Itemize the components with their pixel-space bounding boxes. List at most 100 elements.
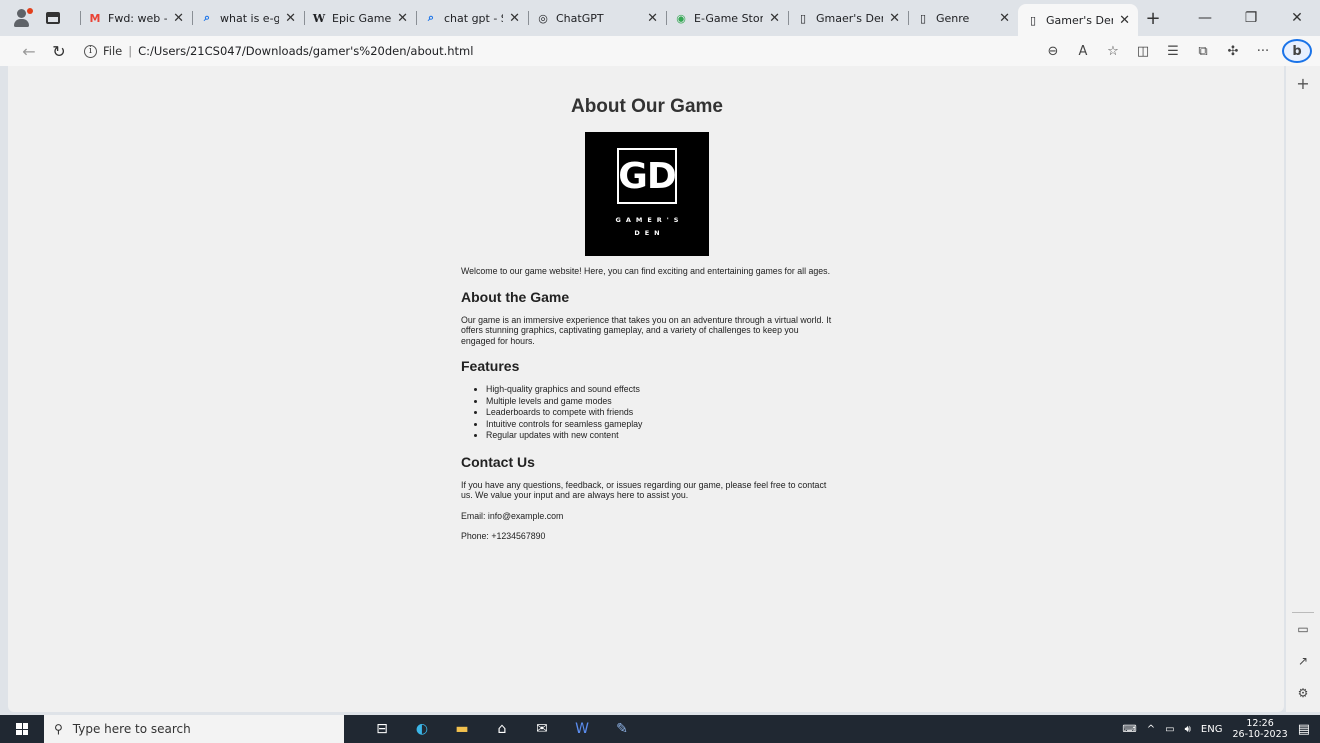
contact-text: If you have any questions, feedback, or … xyxy=(461,479,827,501)
tab-title: Gamer's Den - xyxy=(1046,13,1113,27)
omnibox[interactable]: i File | C:/Users/21CS047/Downloads/game… xyxy=(84,39,984,63)
close-icon[interactable]: ✕ xyxy=(999,11,1010,26)
tab-gamers-den-active[interactable]: ▯ Gamer's Den - ✕ xyxy=(1018,4,1138,36)
close-icon[interactable]: ✕ xyxy=(889,11,900,26)
scheme-label: File xyxy=(103,44,123,58)
tab-chatgpt[interactable]: ◎ ChatGPT ✕ xyxy=(528,4,666,32)
tab-gmail[interactable]: M Fwd: web - lak ✕ xyxy=(80,4,192,32)
gamers-den-logo: GD GAMER'S DEN xyxy=(585,132,709,256)
close-icon[interactable]: ✕ xyxy=(397,11,408,26)
collections-icon[interactable]: ⧉ xyxy=(1188,44,1218,59)
start-button[interactable] xyxy=(0,723,44,735)
phone-text: Phone: +1234567890 xyxy=(461,531,546,541)
close-icon[interactable]: ✕ xyxy=(509,11,520,26)
tab-search-egame[interactable]: ⌕ what is e-game ✕ xyxy=(192,4,304,32)
clock[interactable]: 12:26 26-10-2023 xyxy=(1232,718,1287,740)
notes-app-icon[interactable]: ✎ xyxy=(602,721,642,737)
reload-icon[interactable]: ↻ xyxy=(44,42,74,61)
list-item: Multiple levels and game modes xyxy=(486,396,833,408)
close-icon[interactable]: ✕ xyxy=(173,11,184,26)
bing-copilot-icon[interactable]: b xyxy=(1282,39,1312,63)
volume-icon[interactable]: 🔊︎ xyxy=(1185,724,1191,735)
zoom-icon[interactable]: ⊖ xyxy=(1038,44,1068,59)
keyboard-icon[interactable]: ⌨ xyxy=(1122,724,1136,735)
page-viewport: About Our Game GD GAMER'S DEN Welcome to… xyxy=(8,66,1284,712)
intro-text: Welcome to our game website! Here, you c… xyxy=(461,266,831,276)
profile-icon[interactable] xyxy=(12,8,33,28)
edge-browser-icon[interactable]: ◐ xyxy=(402,721,442,737)
tab-title: E-Game Store ( xyxy=(694,11,764,25)
file-explorer-icon[interactable]: ▬ xyxy=(442,721,482,737)
logo-line-2: DEN xyxy=(634,229,665,237)
extensions-icon[interactable]: ✣ xyxy=(1218,44,1248,59)
language-indicator[interactable]: ENG xyxy=(1201,724,1223,735)
windows-logo-icon xyxy=(16,723,28,735)
features-heading: Features xyxy=(461,358,520,374)
close-icon[interactable]: ✕ xyxy=(285,11,296,26)
close-icon[interactable]: ✕ xyxy=(769,11,780,26)
tab-wikipedia[interactable]: W Epic Games Sto ✕ xyxy=(304,4,416,32)
search-icon: ⌕ xyxy=(203,11,211,24)
notifications-icon[interactable]: ▤ xyxy=(1298,722,1310,737)
favorites-list-icon[interactable]: ☰ xyxy=(1158,44,1188,59)
list-item: High-quality graphics and sound effects xyxy=(486,384,833,396)
tab-actions-icon[interactable] xyxy=(46,12,60,24)
hide-sidebar-icon[interactable]: ▭ xyxy=(1286,622,1320,636)
tab-title: what is e-game xyxy=(220,11,280,25)
new-tab-button[interactable]: + xyxy=(1138,8,1168,29)
email-text: Email: info@example.com xyxy=(461,510,564,521)
sidebar-divider xyxy=(1292,612,1314,613)
search-icon: ⌕ xyxy=(427,11,435,24)
open-external-icon[interactable]: ↗ xyxy=(1286,654,1320,668)
gmail-icon: M xyxy=(89,11,101,25)
list-item: Leaderboards to compete with friends xyxy=(486,407,833,419)
mail-icon[interactable]: ✉ xyxy=(522,721,562,737)
close-icon[interactable]: ✕ xyxy=(647,11,658,26)
chatgpt-green-icon: ◉ xyxy=(676,11,686,25)
url-text[interactable]: C:/Users/21CS047/Downloads/gamer's%20den… xyxy=(138,44,473,58)
window-close-icon[interactable]: ✕ xyxy=(1274,10,1320,26)
page-icon: ▯ xyxy=(1029,13,1037,27)
tab-title: Fwd: web - lak xyxy=(108,11,167,25)
tab-gmaers-den[interactable]: ▯ Gmaer's Den ✕ xyxy=(788,4,908,32)
contact-heading: Contact Us xyxy=(461,453,535,470)
tab-genre[interactable]: ▯ Genre ✕ xyxy=(908,4,1018,32)
chatgpt-icon: ◎ xyxy=(538,11,548,25)
search-placeholder: Type here to search xyxy=(72,722,191,736)
windows-taskbar: ⚲ Type here to search ⊟ ◐ ▬ ⌂ ✉ W ✎ ⌨ ^ … xyxy=(0,715,1320,743)
task-view-icon[interactable]: ⊟ xyxy=(362,721,402,737)
show-hidden-icons-icon[interactable]: ^ xyxy=(1147,724,1155,735)
back-arrow-icon[interactable]: ← xyxy=(14,42,44,61)
clock-date: 26-10-2023 xyxy=(1232,729,1288,740)
close-icon[interactable]: ✕ xyxy=(1119,13,1130,28)
tab-title: Gmaer's Den xyxy=(816,11,884,25)
word-icon[interactable]: W xyxy=(562,721,602,737)
separator: | xyxy=(128,44,133,58)
tab-strip: M Fwd: web - lak ✕ ⌕ what is e-game ✕ W … xyxy=(0,0,1320,36)
tab-search-chatgpt[interactable]: ⌕ chat gpt - Sear ✕ xyxy=(416,4,528,32)
tab-title: ChatGPT xyxy=(556,11,604,25)
add-sidebar-app-icon[interactable]: + xyxy=(1286,74,1320,93)
more-menu-icon[interactable]: ··· xyxy=(1248,44,1278,59)
page-title: About Our Game xyxy=(570,96,723,117)
read-aloud-icon[interactable]: A xyxy=(1068,44,1098,59)
tab-egame-store[interactable]: ◉ E-Game Store ( ✕ xyxy=(666,4,788,32)
favorite-star-icon[interactable]: ☆ xyxy=(1098,44,1128,59)
store-icon[interactable]: ⌂ xyxy=(482,721,522,737)
minimize-icon[interactable]: — xyxy=(1182,10,1228,26)
features-list: High-quality graphics and sound effects … xyxy=(461,384,833,442)
address-bar: ← ↻ i File | C:/Users/21CS047/Downloads/… xyxy=(0,36,1320,66)
wikipedia-icon: W xyxy=(312,11,326,25)
search-icon: ⚲ xyxy=(54,722,63,736)
sidebar-settings-icon[interactable]: ⚙ xyxy=(1286,686,1320,700)
logo-subtitle: GAMER'S DEN xyxy=(611,214,684,240)
tab-title: chat gpt - Sear xyxy=(444,11,503,25)
split-screen-icon[interactable]: ◫ xyxy=(1128,44,1158,59)
restore-icon[interactable]: ❐ xyxy=(1228,10,1274,26)
network-icon[interactable]: ▭ xyxy=(1165,724,1174,735)
list-item: Regular updates with new content xyxy=(486,430,833,442)
taskbar-search-input[interactable]: ⚲ Type here to search xyxy=(44,715,344,743)
info-icon[interactable]: i xyxy=(84,44,97,58)
list-item: Intuitive controls for seamless gameplay xyxy=(486,419,833,431)
logo-line-1: GAMER'S xyxy=(615,216,684,224)
